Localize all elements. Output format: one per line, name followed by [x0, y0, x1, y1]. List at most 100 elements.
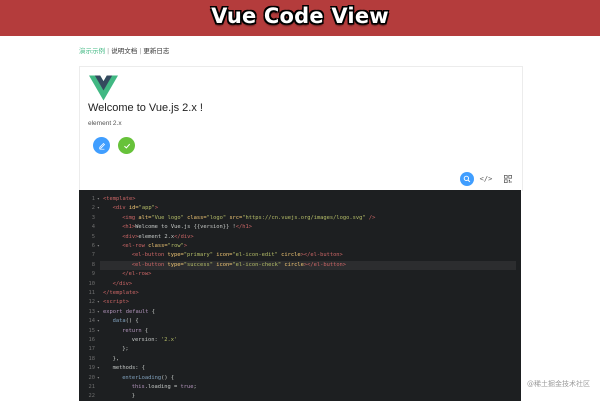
fold-icon[interactable]: ▾	[97, 364, 100, 373]
code-token: {	[151, 308, 155, 315]
code-token: <script>	[103, 299, 129, 306]
code-text: return {	[122, 327, 148, 336]
code-text: </el-row>	[122, 270, 151, 279]
code-token: class=	[148, 243, 168, 249]
code-token: ;	[193, 384, 197, 390]
line-number: 9	[91, 271, 95, 278]
code-line: 15 ▾ return {	[79, 327, 521, 336]
line-number: 14	[88, 318, 96, 325]
code-token: />	[368, 214, 376, 221]
code-token: "https://cn.vuejs.org/images/logo.svg"	[242, 214, 369, 221]
code-token: </div>	[174, 233, 194, 240]
code-token: this	[131, 384, 145, 390]
fold-icon[interactable]: ▾	[97, 298, 100, 307]
code-token: class=	[187, 214, 207, 221]
code-token: .loading =	[144, 384, 181, 390]
line-number: 13	[88, 308, 96, 315]
code-token: >	[154, 205, 159, 212]
line-number: 16	[88, 337, 96, 343]
code-token: "el-icon-check"	[232, 261, 285, 268]
code-token: Welcome to Vue.js {{version}} !	[135, 224, 236, 231]
code-token: type=	[167, 261, 184, 268]
vue-logo	[89, 75, 118, 101]
code-line: 1 ▾ <template>	[79, 195, 521, 204]
fold-icon[interactable]: ▾	[97, 242, 100, 251]
line-number: 17	[88, 346, 96, 353]
code-token: <h1>	[122, 224, 136, 231]
code-icon[interactable]: </>	[479, 172, 493, 186]
code-token: "Vue logo"	[151, 214, 188, 221]
code-line: 22}	[79, 392, 521, 401]
code-text: </div>	[113, 280, 132, 289]
fold-icon[interactable]: ▾	[97, 308, 100, 317]
fold-icon[interactable]: ▾	[97, 204, 100, 213]
code-line: 3 <img alt="Vue logo" class="logo" src="h…	[79, 214, 521, 223]
code-token: "row"	[167, 243, 184, 249]
line-number: 4	[91, 224, 95, 231]
qrcode-button[interactable]	[501, 172, 515, 186]
code-token: () {	[125, 318, 139, 325]
code-line: 19 ▾ methods: {	[79, 364, 521, 373]
code-text: data() {	[113, 317, 139, 326]
line-number: 1	[91, 196, 95, 202]
demo-card: Welcome to Vue.js 2.x ! element 2.x </>	[79, 66, 523, 191]
nav-item-demo[interactable]: 演示示例	[79, 47, 105, 55]
code-token: }	[131, 393, 136, 400]
search-icon	[463, 175, 471, 183]
fold-icon[interactable]: ▾	[97, 374, 100, 383]
check-icon	[123, 143, 130, 149]
code-line: 8 <el-button type="success" icon="el-icon…	[79, 261, 521, 270]
code-token: <img	[122, 214, 139, 221]
code-token: <div	[112, 205, 129, 212]
code-token: src=	[229, 214, 243, 221]
code-token: element 2.x	[138, 233, 175, 240]
edit-button[interactable]	[93, 137, 110, 154]
code-token: "app"	[138, 205, 155, 212]
code-token: "el-icon-edit"	[232, 252, 282, 259]
code-line: 17};	[79, 345, 521, 354]
code-line: 12 ▾ <script>	[79, 298, 521, 307]
line-number: 10	[88, 280, 96, 287]
code-text: <template>	[103, 195, 135, 204]
search-button[interactable]	[460, 172, 474, 186]
fold-icon[interactable]: ▾	[97, 317, 100, 326]
code-line: 2 ▾ <div id="app">	[79, 204, 521, 213]
banner-title: Vue Code View	[211, 4, 389, 28]
code-text: <el-button type="success" icon="el-icon-…	[132, 261, 346, 270]
code-token: "logo"	[206, 214, 230, 221]
code-token: };	[122, 346, 129, 353]
nav-item-changelog[interactable]: 更新日志	[143, 47, 169, 55]
code-token: <el-button	[131, 252, 168, 259]
code-token: circle	[284, 261, 304, 268]
code-line: 13 ▾ export default {	[79, 308, 521, 317]
nav-item-docs[interactable]: 说明文档	[111, 47, 137, 55]
line-number: 22	[88, 393, 96, 400]
code-text: export default {	[103, 308, 155, 317]
qrcode-icon	[504, 175, 512, 183]
code-token: return	[122, 327, 145, 334]
code-text: </template>	[103, 289, 139, 298]
code-line: 20 ▾ enterLoading() {	[79, 374, 521, 383]
code-line: 4 <h1>Welcome to Vue.js {{version}} !</h1…	[79, 223, 521, 232]
code-token: "primary"	[183, 252, 217, 259]
check-button[interactable]	[118, 137, 135, 154]
line-number: 18	[88, 355, 96, 362]
banner: Vue Code View	[0, 0, 600, 36]
line-number: 20	[88, 374, 96, 381]
line-number: 12	[88, 299, 96, 306]
code-token: enterLoading	[122, 374, 162, 381]
code-token: },	[112, 355, 120, 362]
code-line: 11 </template>	[79, 289, 521, 298]
fold-icon[interactable]: ▾	[97, 327, 100, 336]
code-text: };	[122, 345, 129, 354]
code-line: 7 <el-button type="primary" icon="el-icon…	[79, 251, 521, 260]
line-number: 15	[88, 327, 96, 334]
nav-separator: |	[107, 47, 110, 55]
code-editor[interactable]: 1 ▾ <template> 2 ▾ <div id="app"> 3 <img alt="V…	[79, 190, 521, 401]
fold-icon[interactable]: ▾	[97, 195, 100, 204]
code-token: >	[183, 243, 188, 249]
line-number: 21	[88, 384, 96, 390]
code-text: <div id="app">	[113, 204, 158, 213]
code-token: ></el-button>	[300, 252, 343, 259]
code-line: 21 this.loading = true;	[79, 383, 521, 392]
